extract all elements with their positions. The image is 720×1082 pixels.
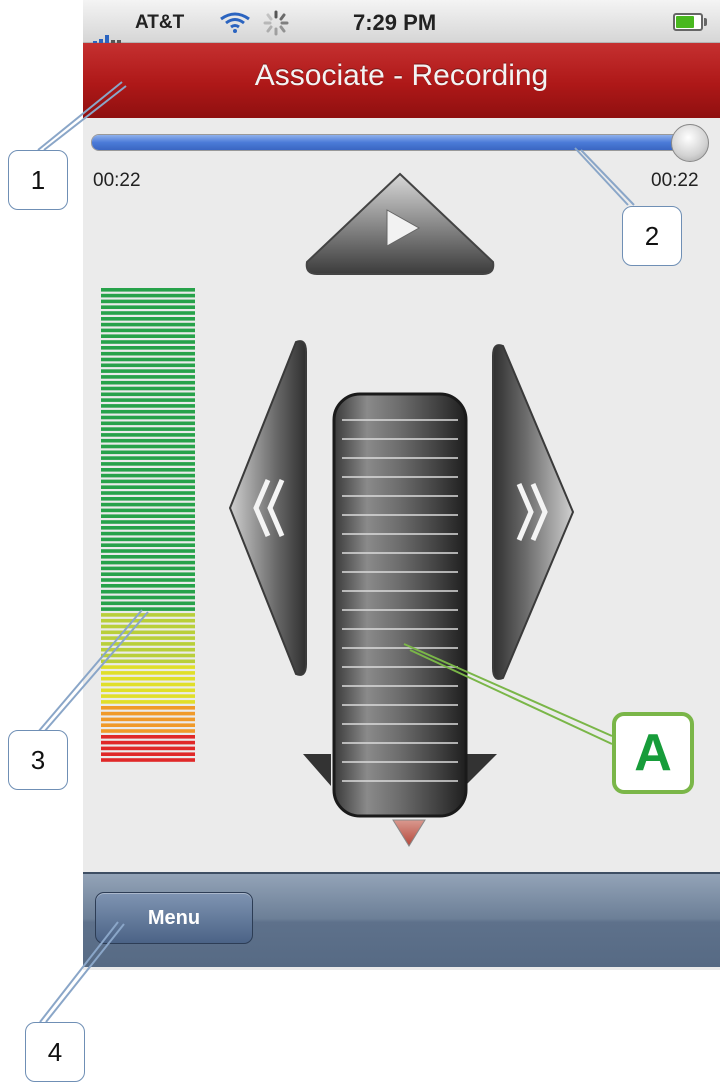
- callout-leader-lines: [37, 81, 635, 1023]
- callout-2: 2: [622, 206, 682, 266]
- callout-3: 3: [8, 730, 68, 790]
- callout-a: A: [612, 712, 694, 794]
- callout-4: 4: [25, 1022, 85, 1082]
- callout-1: 1: [8, 150, 68, 210]
